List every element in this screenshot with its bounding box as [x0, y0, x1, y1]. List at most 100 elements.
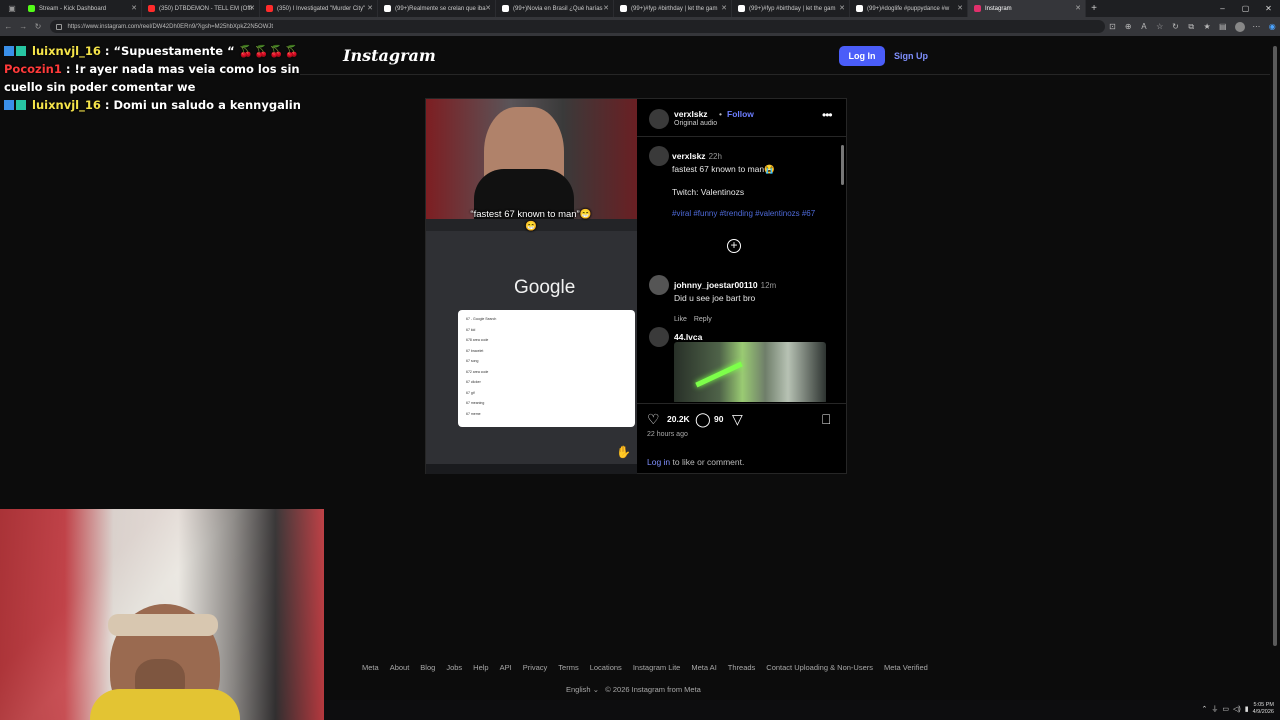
install-app-icon[interactable]: ⊡	[1105, 22, 1121, 31]
site-info-icon[interactable]	[56, 23, 63, 30]
clock[interactable]: 5:05 PM 4/9/2026	[1253, 702, 1274, 716]
forward-icon[interactable]: →	[17, 22, 30, 31]
footer-link[interactable]: Instagram Lite	[633, 663, 681, 672]
footer-link[interactable]: Meta	[362, 663, 379, 672]
tab-close-icon[interactable]: ✕	[485, 4, 491, 12]
language-select[interactable]: English ⌄	[566, 685, 599, 694]
chevron-down-icon: ⌄	[592, 685, 599, 694]
load-more-icon[interactable]: +	[727, 239, 741, 253]
login-button[interactable]: Log In	[839, 46, 885, 66]
author-avatar[interactable]	[649, 109, 669, 129]
browser-tab[interactable]: (99+)#fyp #birthday | let the gam ✕	[732, 0, 850, 17]
original-audio-link[interactable]: Original audio	[674, 120, 717, 127]
tab-close-icon[interactable]: ✕	[603, 4, 609, 12]
footer-link[interactable]: Jobs	[446, 663, 462, 672]
footer-link[interactable]: Help	[473, 663, 488, 672]
tab-close-icon[interactable]: ✕	[249, 4, 255, 12]
author-username[interactable]: verxlskz	[674, 109, 708, 119]
tab-menu-icon[interactable]: ▣	[2, 4, 22, 13]
signup-button[interactable]: Sign Up	[894, 46, 928, 66]
footer-link[interactable]: Meta Verified	[884, 663, 928, 672]
volume-icon[interactable]: ◁)	[1233, 705, 1241, 713]
comment: johnny_joestar00110 12m Did u see joe bar…	[674, 275, 834, 326]
battery-icon[interactable]: ▮	[1245, 705, 1249, 713]
browser-tab[interactable]: (99+)#doglife #puppydance #w ✕	[850, 0, 968, 17]
browser-tab[interactable]: Stream - Kick Dashboard ✕	[22, 0, 142, 17]
comment-like-button[interactable]: Like	[674, 316, 687, 323]
browser-menu-icon[interactable]: ⋯	[1249, 22, 1265, 31]
caption-time: 22h	[708, 152, 722, 161]
collections-icon[interactable]: ▤	[1215, 22, 1231, 31]
browser-tab[interactable]: (99+)Realmente se crelan que iba ✕	[378, 0, 496, 17]
browser-tab[interactable]: (350) I Investigated "Murder City" ✕	[260, 0, 378, 17]
read-aloud-icon[interactable]: A	[1136, 22, 1152, 31]
comment-username[interactable]: 44.lvca	[674, 332, 702, 342]
close-window-button[interactable]: ✕	[1257, 0, 1280, 17]
footer-link[interactable]: Threads	[728, 663, 756, 672]
tab-close-icon[interactable]: ✕	[1075, 4, 1081, 12]
heart-icon[interactable]: ♡	[647, 412, 660, 426]
footer-link[interactable]: Blog	[420, 663, 435, 672]
network-icon[interactable]: ▭	[1222, 705, 1229, 713]
chat-username: Pocozin1	[4, 62, 62, 76]
login-link[interactable]: Log in	[647, 457, 670, 467]
extensions-icon[interactable]: ⧉	[1183, 22, 1199, 32]
chevron-up-icon[interactable]: ⌃	[1202, 705, 1208, 713]
share-icon[interactable]: ▽	[732, 412, 743, 426]
tab-close-icon[interactable]: ✕	[957, 4, 963, 12]
cherry-emotes: 🍒🍒🍒🍒🍒	[238, 44, 300, 58]
caption-username[interactable]: verxlskz	[672, 151, 706, 161]
comment-icon[interactable]: ◯	[695, 412, 711, 426]
favorites-bar-icon[interactable]: ★	[1199, 22, 1215, 31]
refresh-ext-icon[interactable]: ↻	[1168, 22, 1184, 31]
tab-label: Stream - Kick Dashboard	[39, 5, 107, 12]
footer-link[interactable]: Terms	[558, 663, 578, 672]
url-input[interactable]: https://www.instagram.com/reel/DW42Dh0ER…	[50, 20, 1105, 33]
bookmark-icon[interactable]: ⎕	[822, 412, 830, 426]
comment-gif[interactable]	[674, 342, 826, 402]
suggestion-item: 672 area code	[466, 369, 489, 374]
footer-bottom: English ⌄ © 2026 Instagram from Meta	[566, 685, 701, 694]
instagram-logo[interactable]: Instagram	[343, 46, 436, 65]
more-options-icon[interactable]: •••	[822, 108, 833, 122]
browser-tab[interactable]: (99+)Novia en Brasil ¿Qué harías ✕	[496, 0, 614, 17]
page-scrollbar[interactable]	[1272, 36, 1278, 656]
maximize-button[interactable]: ▢	[1234, 0, 1257, 17]
footer-link[interactable]: Meta AI	[691, 663, 716, 672]
clock-time: 5:05 PM	[1253, 702, 1274, 708]
profile-avatar[interactable]	[1234, 21, 1245, 32]
browser-tab[interactable]: (350) DTBDEMON - TELL EM (Offi ✕	[142, 0, 260, 17]
commenter-avatar[interactable]	[649, 327, 669, 347]
usb-icon[interactable]: ⏚	[1211, 704, 1218, 714]
new-tab-button[interactable]: +	[1086, 3, 1102, 14]
copilot-icon[interactable]: ◉	[1264, 22, 1280, 31]
tab-close-icon[interactable]: ✕	[131, 4, 137, 12]
reload-icon[interactable]: ↻	[32, 22, 45, 31]
tab-label: (99+)#fyp #birthday | let the gam	[631, 5, 718, 12]
footer-link[interactable]: Locations	[590, 663, 622, 672]
commenter-avatar[interactable]	[649, 275, 669, 295]
browser-tab[interactable]: Instagram ✕	[968, 0, 1086, 17]
favorite-icon[interactable]: ☆	[1152, 22, 1168, 31]
browser-tab[interactable]: (99+)#fyp #birthday | let the gam ✕	[614, 0, 732, 17]
comment-time: 12m	[760, 281, 777, 290]
tab-close-icon[interactable]: ✕	[721, 4, 727, 12]
suggestion-item: 67 gif	[466, 390, 475, 395]
follow-button[interactable]: Follow	[727, 109, 754, 119]
minimize-button[interactable]: –	[1211, 0, 1234, 17]
clock-date: 4/9/2026	[1252, 709, 1274, 715]
comment-reply-button[interactable]: Reply	[694, 316, 712, 323]
zoom-icon[interactable]: ⊕	[1120, 22, 1136, 31]
reel-video[interactable]: “fastest 67 known to man”😁😁 Google 67 - …	[426, 99, 637, 474]
footer-link[interactable]: About	[390, 663, 410, 672]
comment-username[interactable]: johnny_joestar00110	[674, 280, 758, 290]
footer-link[interactable]: API	[500, 663, 512, 672]
footer-link[interactable]: Contact Uploading & Non-Users	[766, 663, 873, 672]
caption-hashtags[interactable]: #viral #funny #trending #valentinozs #67	[672, 209, 832, 219]
tab-close-icon[interactable]: ✕	[839, 4, 845, 12]
comments-scrollbar[interactable]	[840, 140, 844, 402]
footer-link[interactable]: Privacy	[523, 663, 548, 672]
back-icon[interactable]: ←	[2, 22, 15, 31]
tab-close-icon[interactable]: ✕	[367, 4, 373, 12]
caption-avatar[interactable]	[649, 146, 669, 166]
